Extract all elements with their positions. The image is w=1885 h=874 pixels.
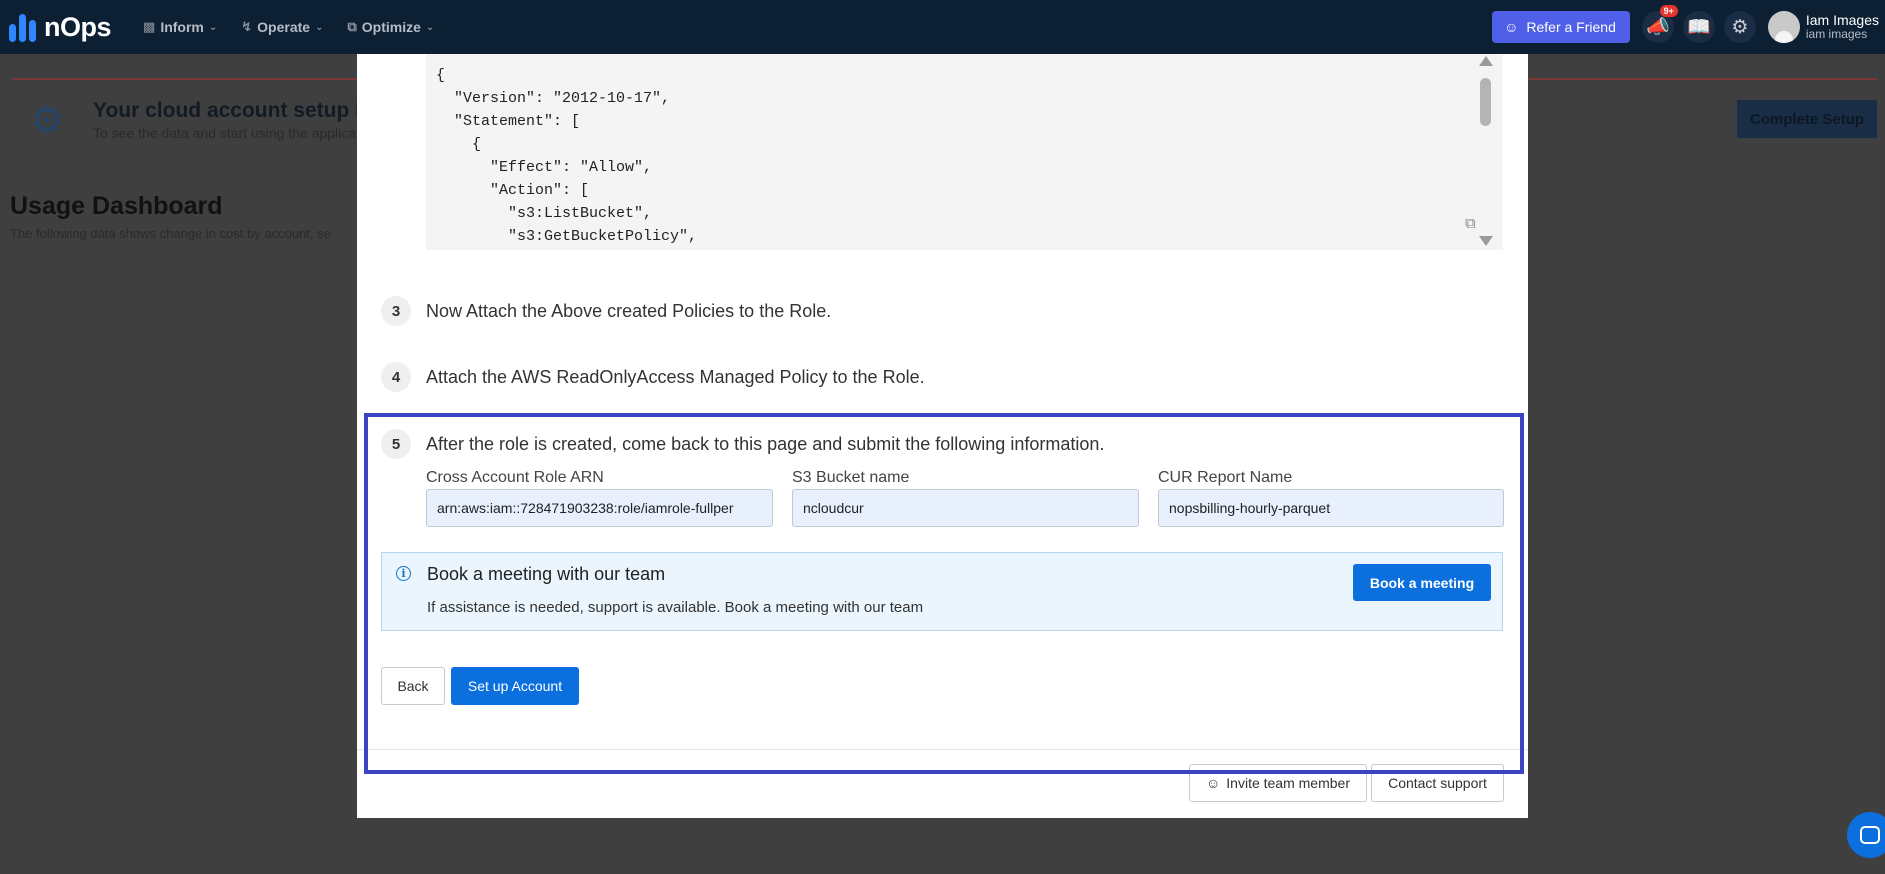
step-number: 3 bbox=[381, 296, 411, 326]
code-line: "Statement": [ bbox=[436, 113, 581, 130]
bucket-label: S3 Bucket name bbox=[792, 469, 910, 486]
refer-friend-label: Refer a Friend bbox=[1526, 19, 1616, 35]
code-line: "Effect": "Allow", bbox=[436, 159, 653, 176]
logo-text: nOps bbox=[44, 11, 112, 42]
step-3: 3 Now Attach the Above created Policies … bbox=[381, 296, 831, 326]
copy-icon[interactable]: ⧉ bbox=[1465, 215, 1481, 233]
cur-report-input[interactable] bbox=[1158, 489, 1504, 527]
menu-inform-label: Inform bbox=[160, 19, 204, 35]
nav-right: ☺ Refer a Friend 📣 9+ 📖 ⚙ Iam Images iam… bbox=[1492, 0, 1885, 54]
user-icon: ☺ bbox=[1504, 19, 1519, 35]
banner-subtitle: To see the data and start using the appl… bbox=[93, 125, 357, 141]
layers-icon: ⧉ bbox=[347, 19, 357, 34]
complete-setup-button[interactable]: Complete Setup bbox=[1737, 100, 1877, 138]
arn-label: Cross Account Role ARN bbox=[426, 469, 604, 486]
usage-dashboard-subtitle: The following data shows change in cost … bbox=[10, 226, 331, 241]
user-subtitle: iam images bbox=[1805, 27, 1868, 42]
banner-title: Your cloud account setup is bbox=[93, 99, 373, 122]
step-number: 5 bbox=[381, 429, 411, 459]
info-icon: i bbox=[396, 566, 411, 581]
scroll-up-arrow[interactable] bbox=[1479, 56, 1493, 66]
step-text: Now Attach the Above created Policies to… bbox=[426, 300, 832, 321]
chat-launcher-button[interactable] bbox=[1847, 812, 1885, 858]
step-text: Attach the AWS ReadOnlyAccess Managed Po… bbox=[426, 366, 925, 387]
meeting-callout: i Book a meeting with our team If assist… bbox=[381, 552, 1503, 631]
invite-label: Invite team member bbox=[1226, 775, 1350, 791]
menu-operate[interactable]: ↯ Operate ⌄ bbox=[241, 19, 323, 35]
code-line: "Version": "2012-10-17", bbox=[436, 90, 671, 107]
book-icon: 📖 bbox=[1687, 17, 1711, 38]
step-number: 4 bbox=[381, 362, 411, 392]
notification-badge: 9+ bbox=[1659, 5, 1678, 17]
setup-modal: { "Version": "2012-10-17", "Statement": … bbox=[357, 54, 1528, 818]
set-up-account-button[interactable]: Set up Account bbox=[451, 667, 579, 705]
nops-logo[interactable]: nOps bbox=[9, 11, 112, 43]
step-text: After the role is created, come back to … bbox=[426, 433, 1105, 454]
usage-dashboard-title: Usage Dashboard bbox=[10, 192, 223, 220]
meeting-subtitle: If assistance is needed, support is avai… bbox=[427, 599, 924, 616]
code-line: { bbox=[436, 67, 446, 84]
user-name: Iam Images bbox=[1805, 11, 1879, 28]
scrollbar-thumb[interactable] bbox=[1480, 78, 1491, 126]
avatar[interactable] bbox=[1767, 11, 1800, 43]
docs-button[interactable]: 📖 bbox=[1682, 11, 1715, 43]
announcements-button[interactable]: 📣 9+ bbox=[1641, 5, 1678, 43]
code-line: "s3:GetBucketPolicy", bbox=[436, 228, 698, 245]
gear-icon: ⚙ bbox=[1731, 16, 1749, 38]
megaphone-icon: 📣 bbox=[1646, 17, 1670, 38]
cur-report-label: CUR Report Name bbox=[1158, 469, 1293, 486]
invite-team-member-button[interactable]: ☺ Invite team member bbox=[1189, 764, 1367, 802]
user-menu[interactable]: Iam Images iam images bbox=[1805, 11, 1879, 42]
menu-operate-label: Operate bbox=[257, 19, 311, 35]
settings-button[interactable]: ⚙ bbox=[1723, 11, 1756, 43]
footer-divider bbox=[357, 749, 1528, 750]
step-4: 4 Attach the AWS ReadOnlyAccess Managed … bbox=[381, 362, 925, 392]
code-line: { bbox=[436, 136, 482, 153]
arn-input[interactable] bbox=[426, 489, 773, 527]
chart-icon: ▩ bbox=[143, 19, 156, 34]
code-line: "s3:ListBucket", bbox=[436, 205, 653, 222]
menu-optimize[interactable]: ⧉ Optimize ⌄ bbox=[347, 19, 434, 35]
refer-friend-button[interactable]: ☺ Refer a Friend bbox=[1492, 11, 1630, 43]
policy-code-block[interactable]: { "Version": "2012-10-17", "Statement": … bbox=[426, 54, 1503, 250]
main-menu: ▩ Inform ⌄ ↯ Operate ⌄ ⧉ Optimize ⌄ bbox=[143, 19, 434, 35]
chat-icon bbox=[1860, 826, 1880, 844]
code-line: "Action": [ bbox=[436, 182, 590, 199]
setup-gear-icon: ⚙ bbox=[30, 100, 65, 142]
scroll-down-arrow[interactable] bbox=[1479, 236, 1493, 246]
back-button[interactable]: Back bbox=[381, 667, 445, 705]
bucket-input[interactable] bbox=[792, 489, 1139, 527]
top-nav: nOps ▩ Inform ⌄ ↯ Operate ⌄ ⧉ Optimize ⌄… bbox=[0, 0, 1885, 54]
chevron-down-icon: ⌄ bbox=[315, 21, 324, 33]
step-5: 5 After the role is created, come back t… bbox=[381, 429, 1104, 459]
chevron-down-icon: ⌄ bbox=[425, 21, 435, 33]
contact-support-button[interactable]: Contact support bbox=[1371, 764, 1504, 802]
meeting-title: Book a meeting with our team bbox=[427, 564, 666, 584]
menu-optimize-label: Optimize bbox=[361, 19, 421, 35]
menu-inform[interactable]: ▩ Inform ⌄ bbox=[143, 19, 217, 35]
logo-bars-icon bbox=[9, 12, 36, 42]
user-icon: ☺ bbox=[1205, 775, 1221, 791]
bolt-icon: ↯ bbox=[241, 19, 253, 34]
book-meeting-button[interactable]: Book a meeting bbox=[1353, 564, 1491, 601]
chevron-down-icon: ⌄ bbox=[208, 21, 218, 33]
